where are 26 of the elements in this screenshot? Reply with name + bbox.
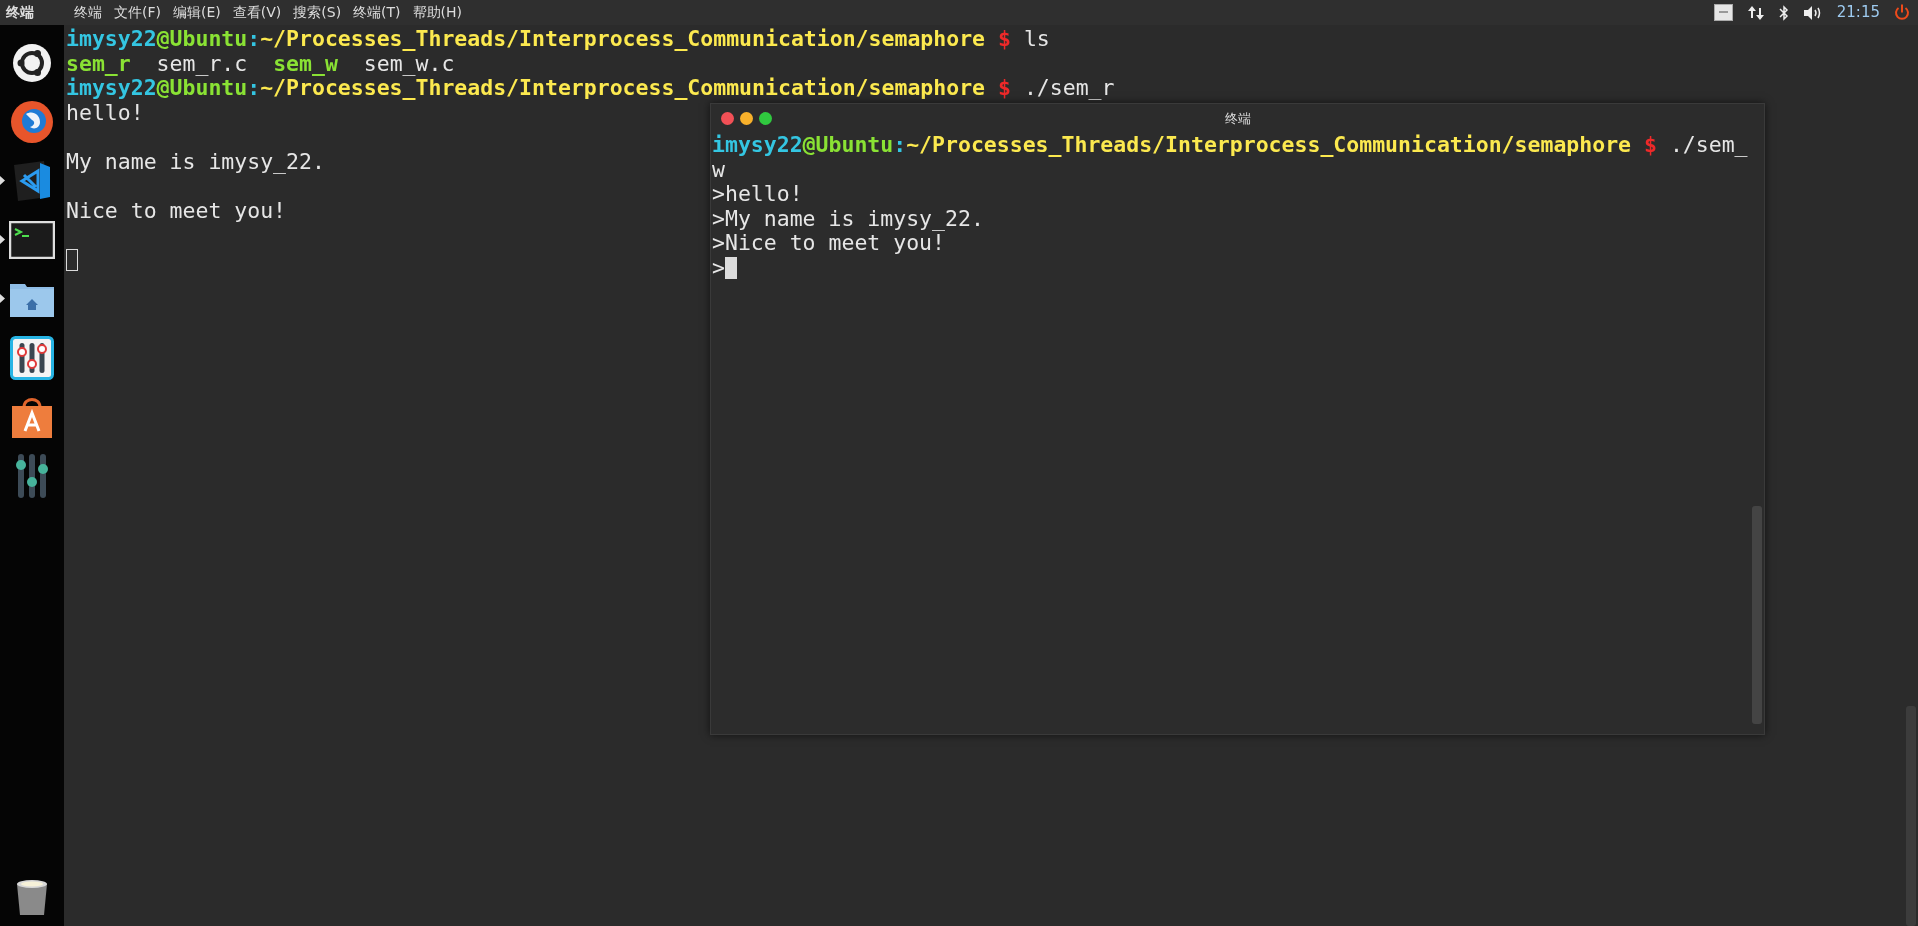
menu-item[interactable]: 帮助(H) <box>412 2 463 23</box>
terminal-icon[interactable] <box>9 220 55 259</box>
app-title: 终端 <box>5 3 35 22</box>
menu-item[interactable]: 终端(T) <box>353 2 401 23</box>
bluetooth-icon[interactable] <box>1778 4 1789 21</box>
close-button[interactable] <box>721 112 734 125</box>
browser-icon[interactable] <box>10 99 54 144</box>
trash-icon[interactable] <box>15 878 49 916</box>
menu-item[interactable]: 文件(F) <box>114 2 161 23</box>
terminal-line: Nice to meet you! <box>66 196 287 225</box>
maximize-button[interactable] <box>759 112 772 125</box>
menu-item[interactable]: 查看(V) <box>232 2 282 23</box>
menu-item[interactable]: 编辑(E) <box>173 2 221 23</box>
window-title: 终端 <box>1224 109 1251 128</box>
mixer-icon[interactable] <box>14 452 50 499</box>
sliders-icon[interactable] <box>10 335 54 380</box>
menu-item[interactable]: 终端 <box>74 2 102 23</box>
keyboard-indicator-icon[interactable] <box>1713 4 1733 21</box>
ubuntu-logo-icon[interactable] <box>12 42 52 83</box>
minimize-button[interactable] <box>740 112 753 125</box>
scrollbar[interactable] <box>1752 506 1762 724</box>
clock[interactable]: 21:15 <box>1836 1 1880 24</box>
power-icon[interactable] <box>1894 4 1910 21</box>
volume-icon[interactable] <box>1802 4 1823 21</box>
menu-item[interactable]: 搜索(S) <box>293 2 342 23</box>
terminal-line: My name is imysy_22. <box>66 147 325 176</box>
